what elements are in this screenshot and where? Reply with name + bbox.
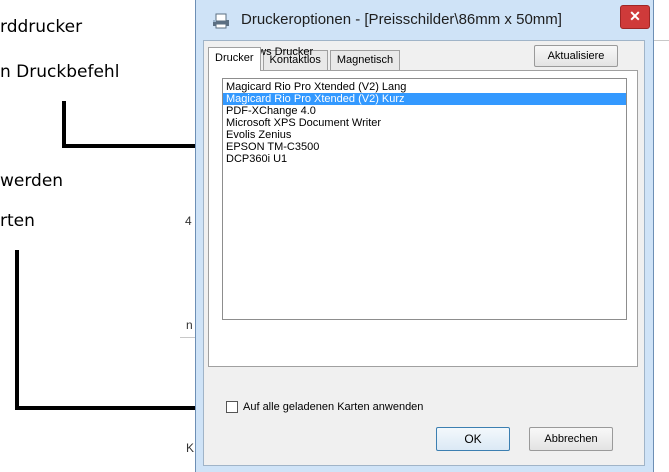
background-fragment: n <box>186 318 193 332</box>
apply-all-cards-label: Auf alle geladenen Karten anwenden <box>243 401 424 413</box>
printer-list-item[interactable]: Microsoft XPS Document Writer <box>223 117 626 129</box>
printer-list-item-selected[interactable]: Magicard Rio Pro Xtended (V2) Kurz <box>223 93 626 105</box>
printer-list-item[interactable]: EPSON TM-C3500 <box>223 141 626 153</box>
annotation-text-2: n Druckbefehl <box>0 62 120 82</box>
annotation-text-4: rten <box>0 211 35 231</box>
printer-list-item[interactable]: Magicard Rio Pro Xtended (V2) Lang <box>223 81 626 93</box>
dialog-content-layer: Drucker Kontaktlos Magnetisch Windows Dr… <box>195 0 654 472</box>
refresh-button[interactable]: Aktualisiere <box>534 45 618 67</box>
annotation-text-3: werden <box>0 171 64 191</box>
cancel-button[interactable]: Abbrechen <box>529 427 613 451</box>
apply-all-cards-checkbox[interactable] <box>226 401 238 413</box>
background-divider <box>654 40 669 41</box>
arrow-line-upper-vertical <box>62 101 66 148</box>
printer-list-item[interactable]: PDF-XChange 4.0 <box>223 105 626 117</box>
printer-list-item[interactable]: Evolis Zenius <box>223 129 626 141</box>
arrow-line-lower-horizontal <box>15 406 214 410</box>
ok-button[interactable]: OK <box>436 427 510 451</box>
background-fragment: 4 <box>185 214 192 228</box>
background-divider <box>180 337 195 338</box>
printer-list-item[interactable]: DCP360i U1 <box>223 153 626 165</box>
dialog-controls: Windows Drucker Aktualisiere Magicard Ri… <box>195 0 654 472</box>
arrow-line-upper-horizontal <box>62 144 216 148</box>
arrow-line-lower-vertical <box>15 250 19 410</box>
annotation-text-1: rddrucker <box>0 17 83 37</box>
background-fragment: K <box>186 441 195 455</box>
printer-listbox[interactable]: Magicard Rio Pro Xtended (V2) Lang Magic… <box>222 78 627 320</box>
apply-all-cards-option[interactable]: Auf alle geladenen Karten anwenden <box>226 401 423 413</box>
tab-drucker[interactable]: Drucker <box>208 47 261 71</box>
